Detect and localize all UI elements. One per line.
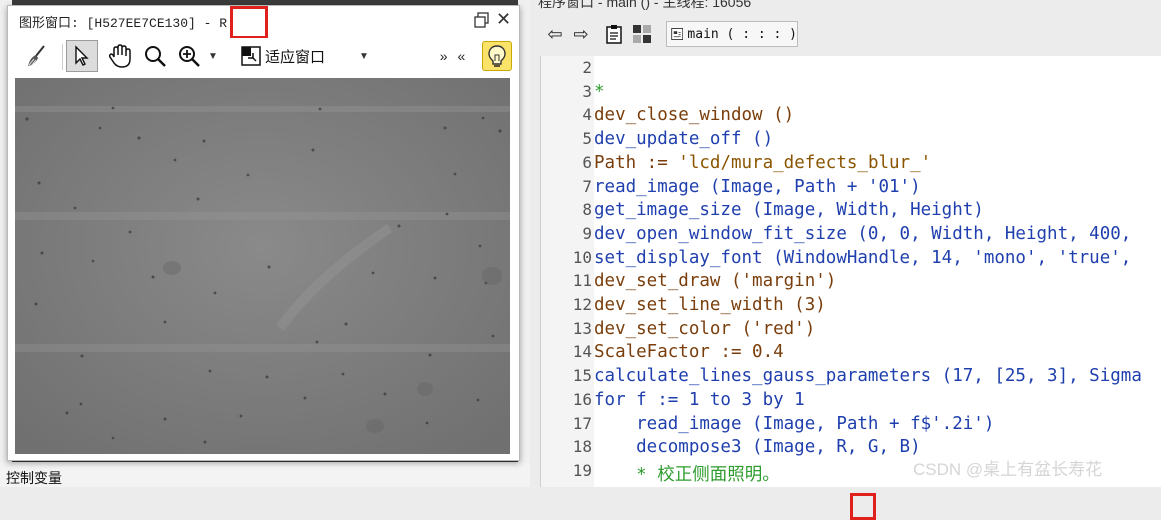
graphics-toolbar: ▼ 适应窗口 ▼ » « [13,38,513,76]
code-token: decompose3 (Image, R, G, B) [594,437,921,458]
zoom-in-icon[interactable] [175,41,203,71]
line-number: 10 [572,247,592,267]
toolbar-separator [62,44,63,70]
program-toolbar: ⇦ ⇨ main ( : : : ) [530,18,1161,52]
code-line[interactable]: ScaleFactor := 0.4 [594,342,784,362]
code-token: read_image (Image, Path + f$'.2i') [594,413,995,434]
fit-window-icon[interactable] [239,41,263,71]
code-line[interactable]: dev_set_color ('red') [594,319,815,339]
chevron-down-icon[interactable]: ▼ [357,41,371,71]
line-number: 14 [572,342,592,362]
program-window: 程序窗口 - main () - 主线程: 16056 ⇦ ⇨ main (:… [530,0,1161,520]
pan-hand-icon[interactable] [105,41,135,71]
code-line[interactable]: set_display_font (WindowHandle, 14, 'mon… [594,248,1131,268]
code-line[interactable]: read_image (Image, Path + '01') [594,177,921,197]
line-number: 3 [582,81,592,101]
line-number: 5 [582,129,592,149]
highlight-box-title [230,6,268,39]
line-number: 18 [572,437,592,457]
line-number: 17 [572,413,592,433]
code-editor[interactable]: * dev_close_window () dev_update_off () Pat… [540,56,1161,520]
code-token: calculate_lines_gauss_parameters (17, [2… [594,366,1142,387]
variables-panel-label: 控制变量 [6,470,62,486]
code-line[interactable]: dev_update_off () [594,129,773,149]
code-token: read_image (Image, Path + '01') [594,176,921,197]
procedure-selector[interactable]: main ( : : : ) [666,21,798,47]
procedure-selector-label: main ( : : : ) [687,26,797,42]
image-display-canvas[interactable] [15,78,510,454]
code-token: Path := [594,152,679,173]
code-line[interactable]: calculate_lines_gauss_parameters (17, [2… [594,366,1142,386]
clipboard-icon[interactable] [603,22,625,46]
code-line[interactable]: dev_close_window () [594,105,794,125]
program-window-titlebar: 程序窗口 - main () - 主线程: 16056 [530,0,1161,10]
code-token: get_image_size (Image, Width, Height) [594,200,984,221]
line-number: 19 [572,460,592,480]
code-token: dev_close_window () [594,105,795,126]
code-token: 'lcd/mura_defects_blur_' [678,152,932,173]
code-line[interactable]: for f := 1 to 3 by 1 [594,390,805,410]
watermark: CSDN @桌上有盆长寿花 [913,460,1103,479]
program-window-title: 程序窗口 - main () - 主线程: 16056 [538,0,752,10]
code-line[interactable]: read_image (Image, Path + f$'.2i') [594,414,994,434]
line-number: 13 [572,318,592,338]
clear-window-icon[interactable] [23,41,51,71]
restore-window-icon[interactable] [474,12,490,28]
fit-window-dropdown-label[interactable]: 适应窗口 [265,41,335,71]
code-token: for f := 1 to 3 by 1 [594,389,805,410]
line-number: 16 [572,389,592,409]
code-token: dev_set_line_width (3) [594,295,826,315]
code-line[interactable]: dev_set_line_width (3) [594,295,826,315]
toolbar-overflow-button[interactable]: » « [437,41,471,71]
code-token: dev_update_off () [594,129,774,150]
procedure-icon [671,28,684,40]
code-token: * 校正侧面照明。 [594,464,780,485]
graphics-window-title-suffix: R [219,16,228,31]
line-number: 12 [572,295,592,314]
pointer-icon[interactable] [66,40,98,72]
back-arrow-icon[interactable]: ⇦ [544,22,566,46]
background-bottom-bar [0,462,530,487]
line-number: 2 [582,58,592,77]
line-number: 7 [582,176,592,196]
code-token: * [594,81,605,102]
code-line[interactable]: * [594,82,605,102]
mura-defect-image [15,78,510,454]
grid-icon[interactable] [631,22,653,46]
lightbulb-icon[interactable] [482,41,512,71]
code-token: dev_set_color ('red') [594,318,816,339]
code-token: ScaleFactor := 0.4 [594,342,784,363]
code-token: dev_set_draw ('margin') [594,271,837,292]
line-number: 11 [572,271,592,291]
code-line[interactable]: * 校正侧面照明。 [594,461,780,486]
graphics-window-title: 图形窗口: [H527EE7CE130] - [19,16,212,31]
forward-arrow-icon[interactable]: ⇨ [570,22,592,46]
code-line[interactable]: get_image_size (Image, Width, Height) [594,200,984,220]
code-line[interactable]: dev_set_draw ('margin') [594,271,836,291]
line-number: 4 [582,105,592,125]
graphics-window-titlebar[interactable]: 图形窗口: [H527EE7CE130] - R ✕ [8,6,519,39]
code-line[interactable]: Path := 'lcd/mura_defects_blur_' [594,153,931,173]
code-line[interactable]: decompose3 (Image, R, G, B) [594,437,921,458]
close-icon[interactable]: ✕ [496,10,511,28]
code-token: dev_open_window_fit_size (0, 0, Width, H… [594,223,1132,244]
line-number: 9 [582,223,592,243]
code-line[interactable]: dev_open_window_fit_size (0, 0, Width, H… [594,224,1131,244]
line-number: 15 [572,366,592,386]
code-token: set_display_font (WindowHandle, 14, 'mon… [594,247,1132,268]
line-number: 6 [582,152,592,172]
highlight-box-R [850,493,876,520]
line-number: 8 [582,200,592,220]
graphics-window: 图形窗口: [H527EE7CE130] - R ✕ ▼ 适应窗口 ▼ » « [7,5,520,461]
chevron-down-icon[interactable]: ▼ [207,41,219,71]
magnifier-icon[interactable] [142,41,168,71]
